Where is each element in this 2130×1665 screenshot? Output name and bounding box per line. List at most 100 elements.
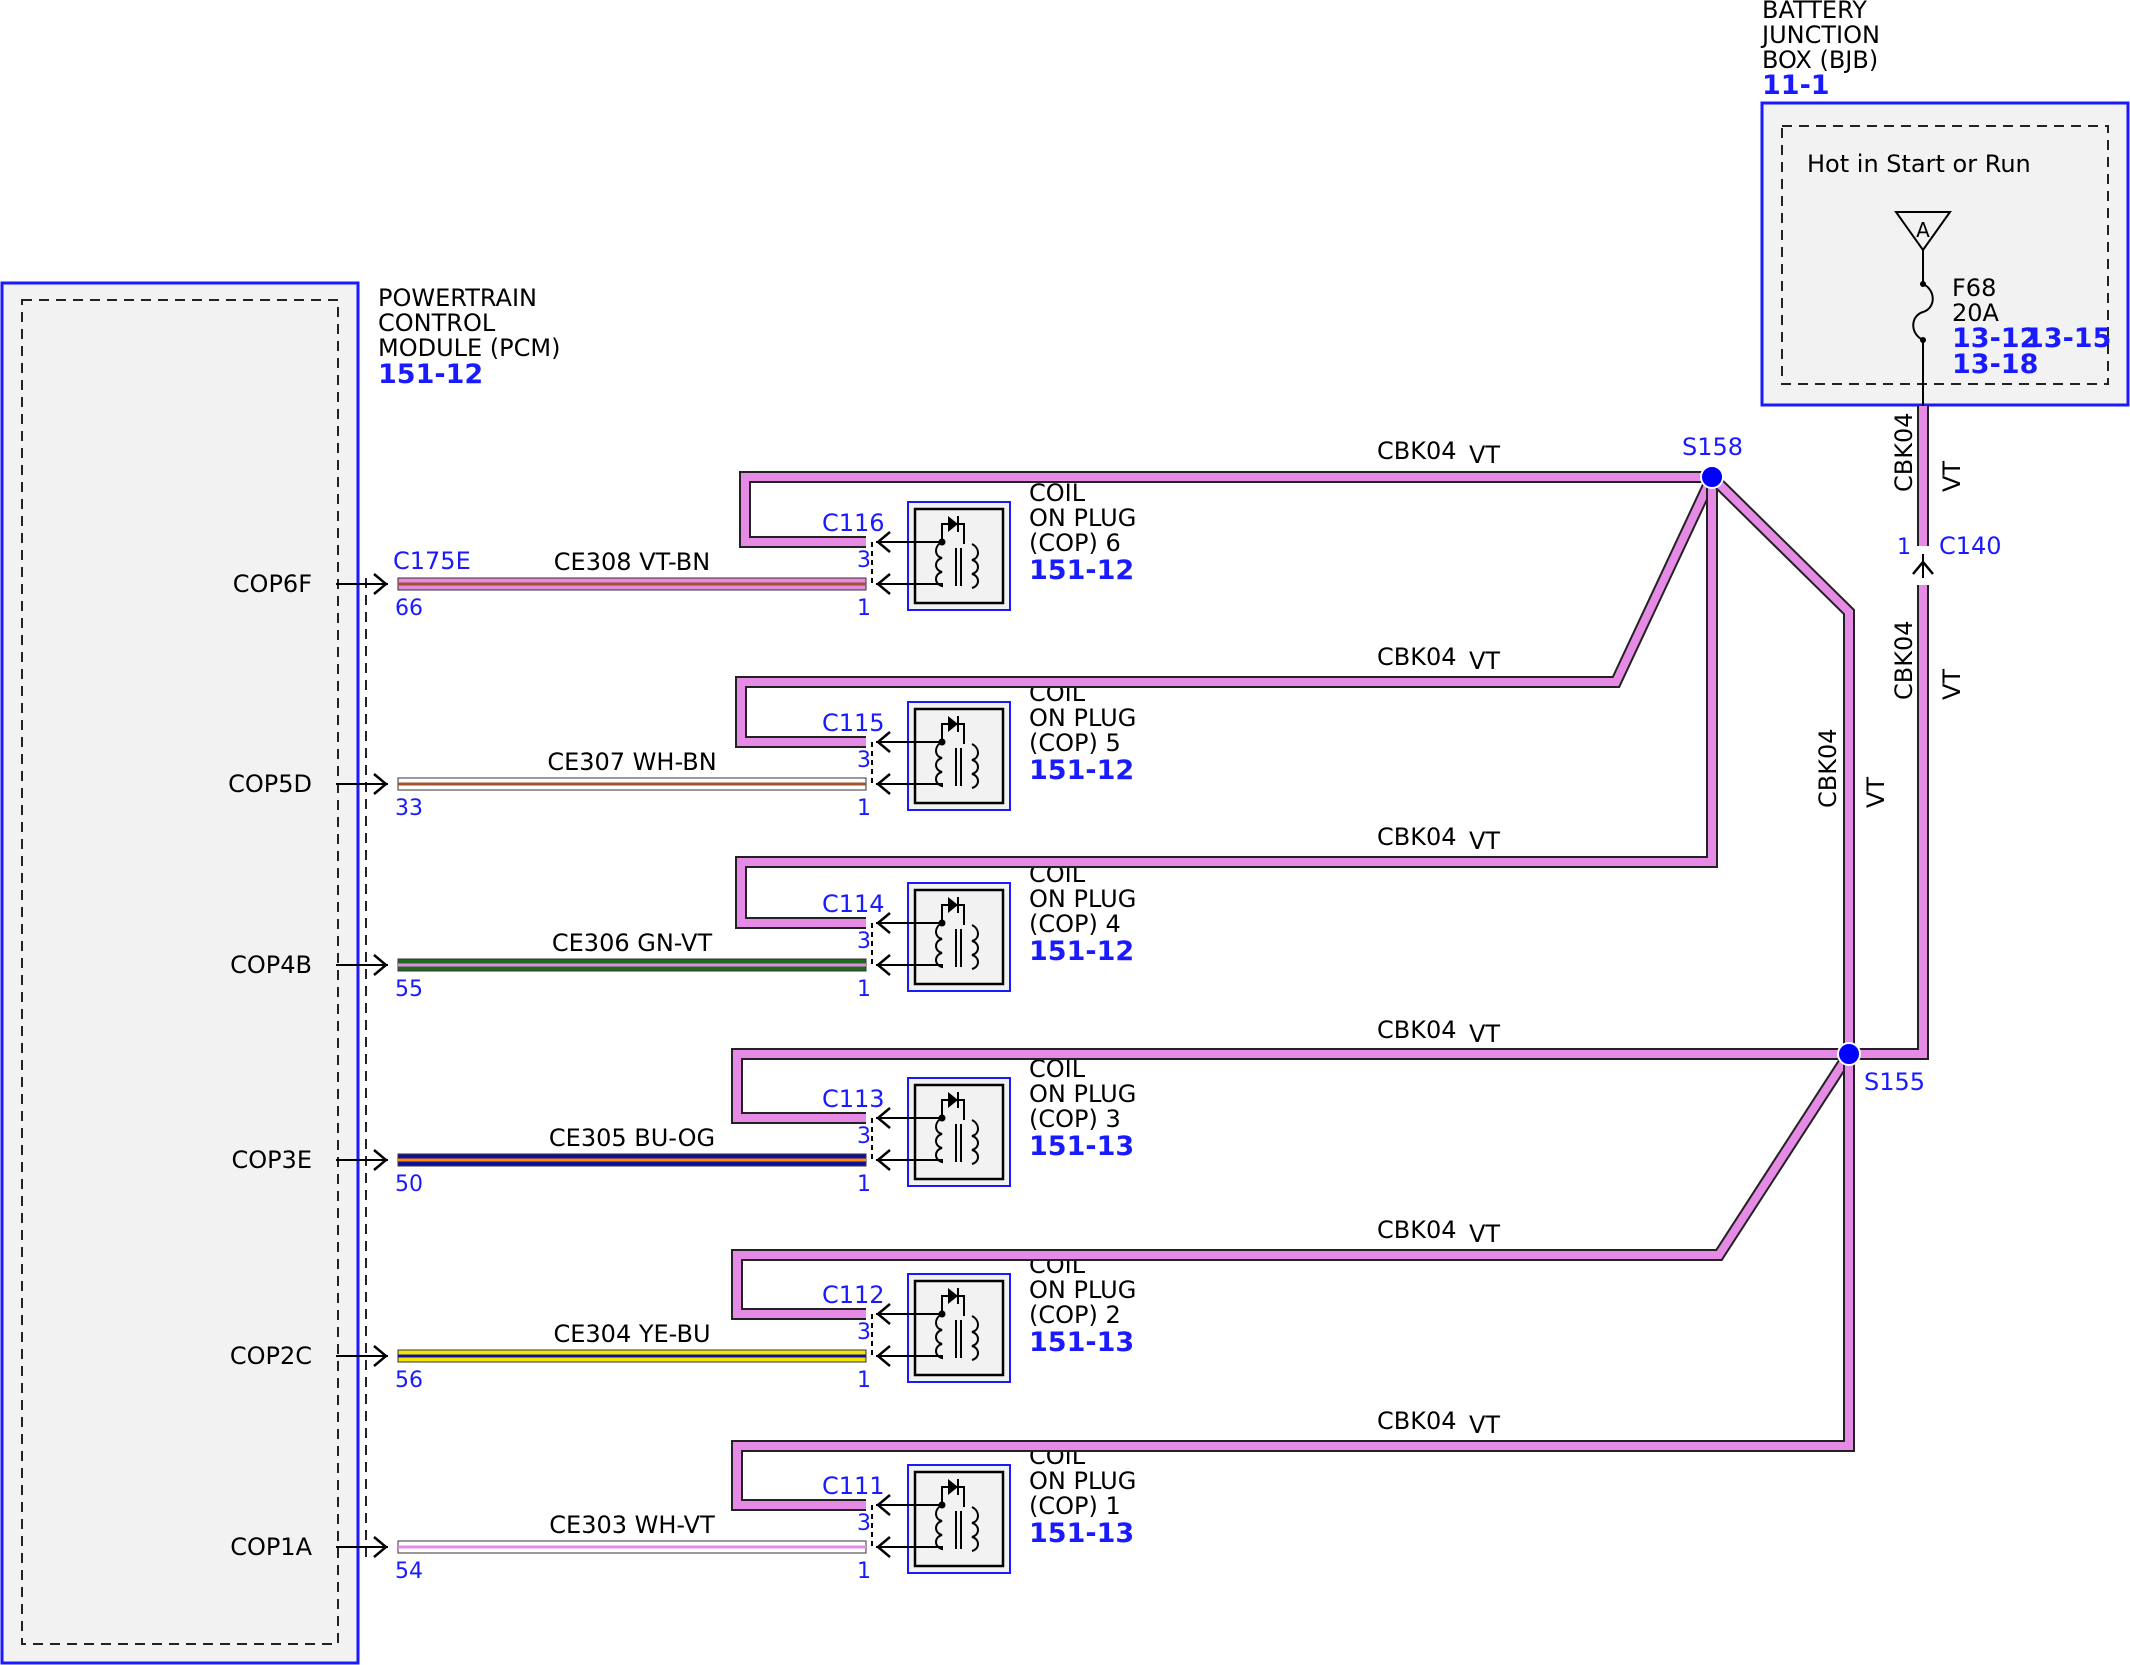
feed-circuit-label: CBK04: [1377, 1016, 1457, 1044]
bjb-title-line-2: JUNCTION: [1760, 21, 1880, 49]
feed-color-label: VT: [1469, 1220, 1500, 1248]
coil-row-2: COP2C56CE304 YE-BUC11231COILON PLUG(COP)…: [230, 1216, 1501, 1393]
coil-ref-link[interactable]: 151-12: [1029, 755, 1134, 786]
feed-wire-cop3[interactable]: [733, 1050, 1849, 1122]
pcm-ref-link[interactable]: 151-12: [378, 359, 483, 390]
feed-color-label: VT: [1469, 827, 1500, 855]
coil-feed-pin-number: 3: [857, 1124, 871, 1149]
pcm-title-line-2: CONTROL: [378, 309, 496, 337]
coil-connector-label[interactable]: C114: [822, 890, 885, 918]
bjb-hot-label: Hot in Start or Run: [1807, 150, 2031, 178]
coil-connector-label[interactable]: C111: [822, 1472, 885, 1500]
feed-wire-cop3-outline: [731, 1048, 1849, 1124]
coil-signal-pin-number: 1: [857, 1172, 871, 1197]
coil-row-1: COP1A54CE303 WH-VTC11131COILON PLUG(COP)…: [230, 1407, 1500, 1584]
pcm-signal-label: COP4B: [230, 951, 312, 979]
signal-wire-stripe: [398, 1545, 866, 1549]
feed-wire-cop5[interactable]: [737, 475, 1716, 746]
signal-circuit-label: CE307 WH-BN: [547, 748, 716, 776]
signal-circuit-label: CE308 VT-BN: [554, 548, 710, 576]
splice-s158-dot[interactable]: [1700, 465, 1724, 489]
feed-circuit-label: CBK04: [1377, 643, 1457, 671]
coil-name-line-3: (COP) 5: [1029, 729, 1121, 757]
wiring-diagram: POWERTRAIN CONTROL MODULE (PCM) 151-12 C…: [0, 0, 2130, 1665]
feed-circuit-label: CBK04: [1377, 1407, 1457, 1435]
coil-name-line-1: COIL: [1029, 479, 1086, 507]
coil-name-line-2: ON PLUG: [1029, 504, 1136, 532]
pcm-pin-number: 50: [395, 1172, 423, 1197]
feed-wire-cop5-outline: [735, 474, 1718, 748]
bus-label: A: [1916, 218, 1930, 242]
splice-s155-dot[interactable]: [1837, 1042, 1861, 1066]
feed-color-label: VT: [1469, 441, 1500, 469]
coil-ref-link[interactable]: 151-13: [1029, 1518, 1134, 1549]
pcm-pin-number: 33: [395, 796, 423, 821]
feed-wire-cop2-outline: [731, 1050, 1855, 1320]
feed-wire-cop1-outline: [731, 1054, 1855, 1511]
coil-signal-pin-number: 1: [857, 1368, 871, 1393]
coil-feed-pin-number: 3: [857, 929, 871, 954]
coil-signal-pin-number: 1: [857, 596, 871, 621]
pcm-title-line-1: POWERTRAIN: [378, 284, 537, 312]
coil-connector-label[interactable]: C116: [822, 509, 885, 537]
coil-feed-pin-number: 3: [857, 748, 871, 773]
feed-circuit-label-lower: CBK04: [1890, 621, 1918, 701]
battery-junction-box: BATTERY JUNCTION BOX (BJB) 11-1 Hot in S…: [1760, 0, 2130, 407]
feed-circuit-label: CBK04: [1377, 437, 1457, 465]
coil-name-line-3: (COP) 3: [1029, 1105, 1121, 1133]
coil-feed-pin-number: 3: [857, 1511, 871, 1536]
feed-color-label-upper: VT: [1938, 461, 1966, 492]
coil-feed-pin-number: 3: [857, 1320, 871, 1345]
coil-connector-label[interactable]: C113: [822, 1085, 885, 1113]
c140-pin-number: 1: [1897, 535, 1911, 560]
pcm-pin-number: 55: [395, 977, 423, 1002]
coil-rows: COP6F66CE308 VT-BNC11631COILON PLUG(COP)…: [228, 437, 1500, 1584]
signal-wire-stripe: [398, 582, 866, 586]
signal-wire-stripe: [398, 963, 866, 967]
pcm-pin-number: 54: [395, 1559, 423, 1584]
bjb-ref-link[interactable]: 11-1: [1762, 70, 1830, 101]
feed-wire-cop2[interactable]: [733, 1051, 1853, 1318]
coil-connector-label[interactable]: C112: [822, 1281, 885, 1309]
c140-label[interactable]: C140: [1939, 532, 2002, 560]
coil-signal-pin-number: 1: [857, 796, 871, 821]
bjb-outer-box: [1760, 101, 2130, 407]
coil-connector-label[interactable]: C115: [822, 709, 885, 737]
coil-feed-pin-number: 3: [857, 548, 871, 573]
coil-row-4: COP4B55CE306 GN-VTC11431COILON PLUG(COP)…: [230, 823, 1500, 1002]
coil-ref-link[interactable]: 151-12: [1029, 936, 1134, 967]
feed-color-label: VT: [1469, 1020, 1500, 1048]
coil-name-line-3: (COP) 2: [1029, 1301, 1121, 1329]
signal-wire-stripe: [398, 782, 866, 786]
coil-name-line-2: ON PLUG: [1029, 885, 1136, 913]
pcm-connector-label[interactable]: C175E: [393, 547, 471, 575]
feed-circuit-label-upper: CBK04: [1890, 413, 1918, 493]
signal-circuit-label: CE306 GN-VT: [552, 929, 713, 957]
fuse-ref-link-3[interactable]: 13-18: [1952, 349, 2038, 380]
signal-circuit-label: CE303 WH-VT: [549, 1511, 715, 1539]
coil-row-5: COP5D33CE307 WH-BNC11531COILON PLUG(COP)…: [228, 643, 1500, 821]
coil-row-3: COP3E50CE305 BU-OGC11331COILON PLUG(COP)…: [231, 1016, 1500, 1197]
pcm-signal-label: COP3E: [231, 1146, 312, 1174]
signal-wire-stripe: [398, 1354, 866, 1358]
pcm-title-line-3: MODULE (PCM): [378, 334, 560, 362]
feed-wire-cop1[interactable]: [733, 1054, 1853, 1509]
pcm-signal-label: COP6F: [233, 570, 312, 598]
coil-name-line-3: (COP) 1: [1029, 1492, 1121, 1520]
pcm-signal-label: COP1A: [230, 1533, 312, 1561]
signal-circuit-label: CE304 YE-BU: [553, 1320, 710, 1348]
feed-circuit-label: CBK04: [1377, 1216, 1457, 1244]
coil-signal-pin-number: 1: [857, 977, 871, 1002]
feed-color-label: VT: [1469, 647, 1500, 675]
pcm-pin-number: 56: [395, 1368, 423, 1393]
coil-name-line-3: (COP) 4: [1029, 910, 1121, 938]
pcm-signal-label: COP5D: [228, 770, 312, 798]
pcm-signal-label: COP2C: [230, 1342, 312, 1370]
coil-name-line-2: ON PLUG: [1029, 704, 1136, 732]
coil-ref-link[interactable]: 151-13: [1029, 1131, 1134, 1162]
feed-wire-cop4-outline: [735, 477, 1718, 929]
splice-s158-label: S158: [1682, 433, 1743, 461]
coil-row-6: COP6F 66 CE308 VT-BN C116 3 1 COILON PLUG(COP)…: [233, 437, 1501, 621]
coil-ref-link[interactable]: 151-13: [1029, 1327, 1134, 1358]
coil-ref-link[interactable]: 151-12: [1029, 555, 1134, 586]
